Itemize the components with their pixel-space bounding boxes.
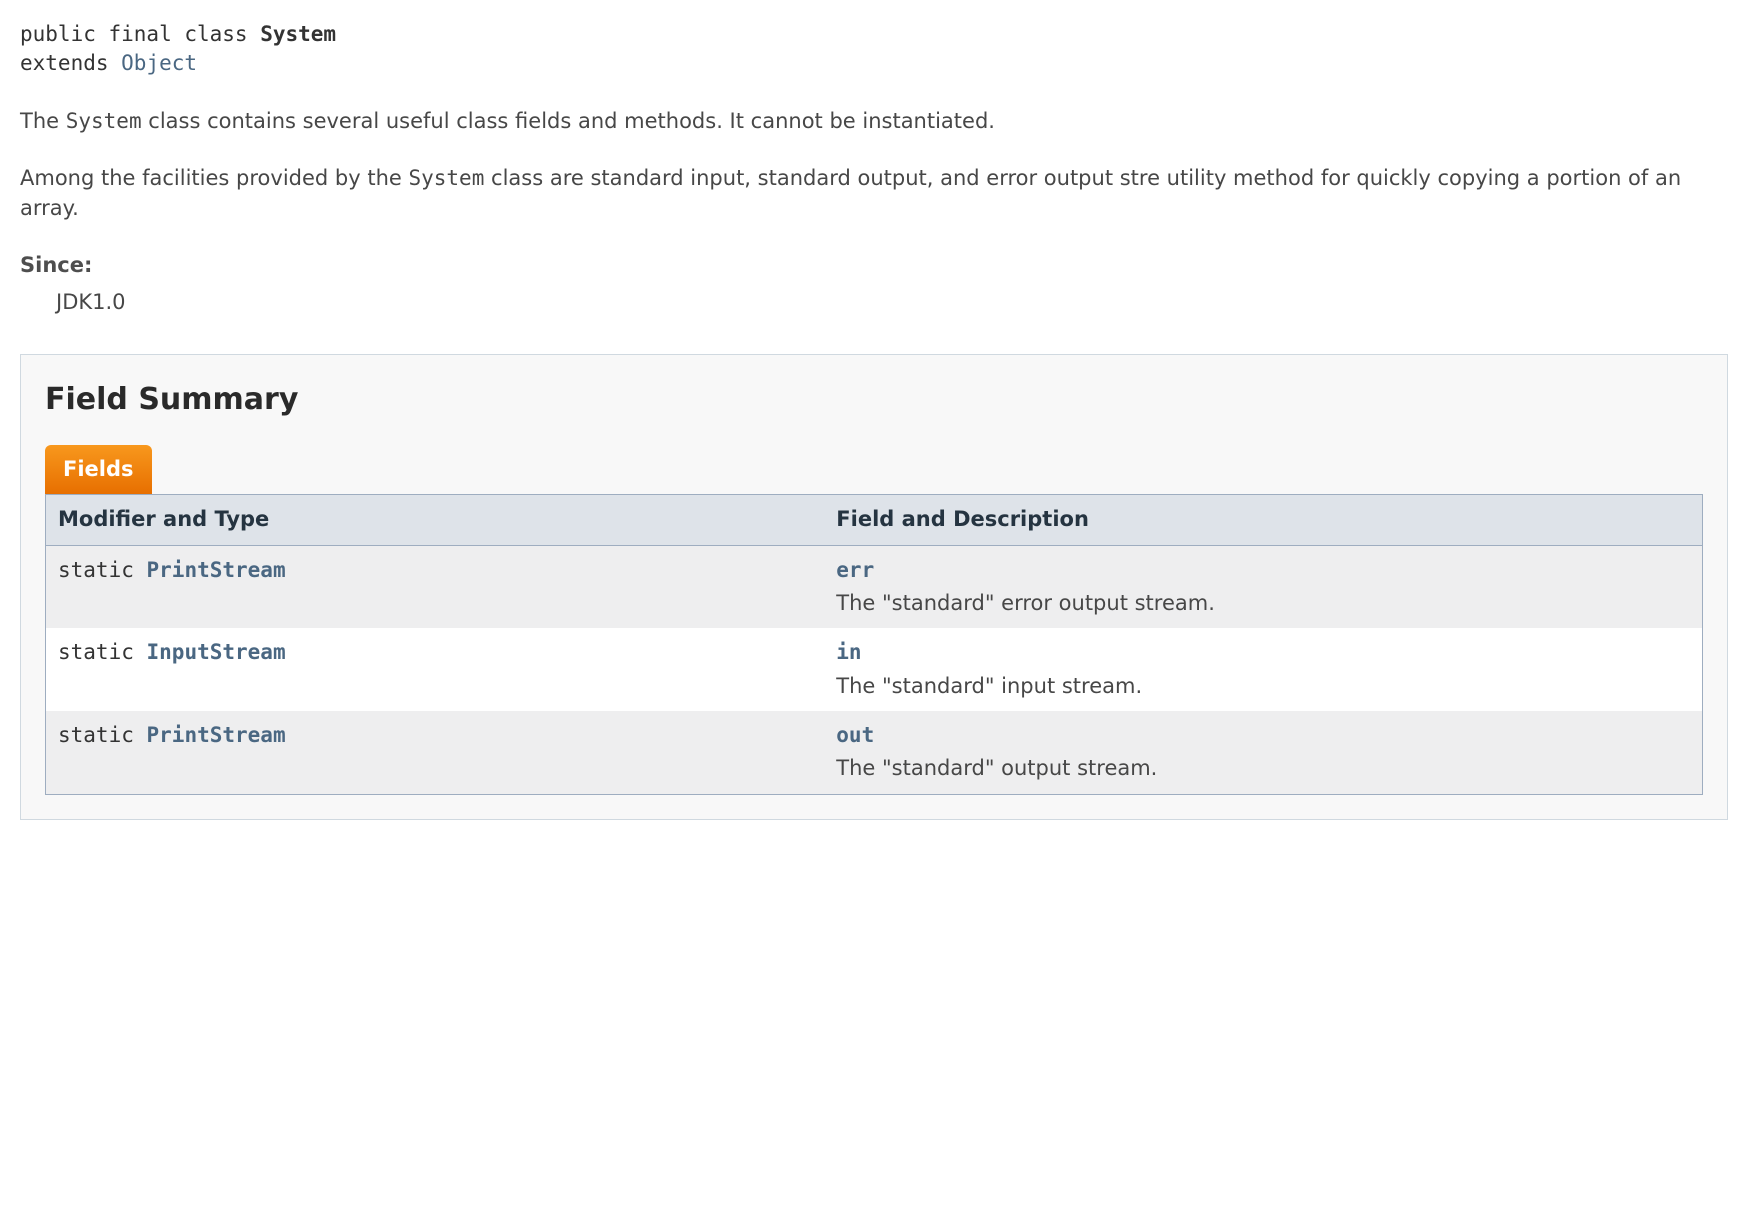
field-link-in[interactable]: in (836, 640, 861, 664)
inline-code-system: System (408, 166, 484, 190)
field-desc-cell: out The "standard" output stream. (824, 711, 1702, 794)
modifier-text: static (58, 558, 147, 582)
fields-table: Modifier and Type Field and Description … (45, 494, 1703, 795)
column-header-modifier-type: Modifier and Type (46, 495, 825, 545)
class-description: The System class contains several useful… (20, 107, 1728, 223)
inline-code-system: System (66, 109, 142, 133)
description-para-2: Among the facilities provided by the Sys… (20, 164, 1728, 223)
since-value: JDK1.0 (56, 288, 1728, 317)
modifier-type-cell: static PrintStream (46, 545, 825, 628)
class-name: System (260, 22, 336, 46)
field-link-out[interactable]: out (836, 723, 874, 747)
field-description: The "standard" input stream. (836, 672, 1690, 701)
table-row: static InputStream in The "standard" inp… (46, 628, 1703, 711)
modifier-text: static (58, 723, 147, 747)
type-link-printstream[interactable]: PrintStream (147, 723, 286, 747)
type-link-inputstream[interactable]: InputStream (147, 640, 286, 664)
extends-prefix: extends (20, 51, 121, 75)
field-desc-cell: err The "standard" error output stream. (824, 545, 1702, 628)
field-summary-section: Field Summary Fields Modifier and Type F… (20, 354, 1728, 820)
modifier-type-cell: static InputStream (46, 628, 825, 711)
modifier-type-cell: static PrintStream (46, 711, 825, 794)
table-row: static PrintStream out The "standard" ou… (46, 711, 1703, 794)
modifier-text: static (58, 640, 147, 664)
class-signature: public final class System extends Object (20, 20, 1728, 79)
signature-prefix: public final class (20, 22, 260, 46)
field-summary-title: Field Summary (45, 379, 1703, 421)
field-link-err[interactable]: err (836, 558, 874, 582)
fields-tab: Fields (45, 445, 152, 494)
description-para-1: The System class contains several useful… (20, 107, 1728, 136)
column-header-field-description: Field and Description (824, 495, 1702, 545)
since-label: Since: (20, 251, 1728, 280)
type-link-printstream[interactable]: PrintStream (147, 558, 286, 582)
table-row: static PrintStream err The "standard" er… (46, 545, 1703, 628)
field-description: The "standard" output stream. (836, 754, 1690, 783)
field-desc-cell: in The "standard" input stream. (824, 628, 1702, 711)
extends-link[interactable]: Object (121, 51, 197, 75)
field-description: The "standard" error output stream. (836, 589, 1690, 618)
